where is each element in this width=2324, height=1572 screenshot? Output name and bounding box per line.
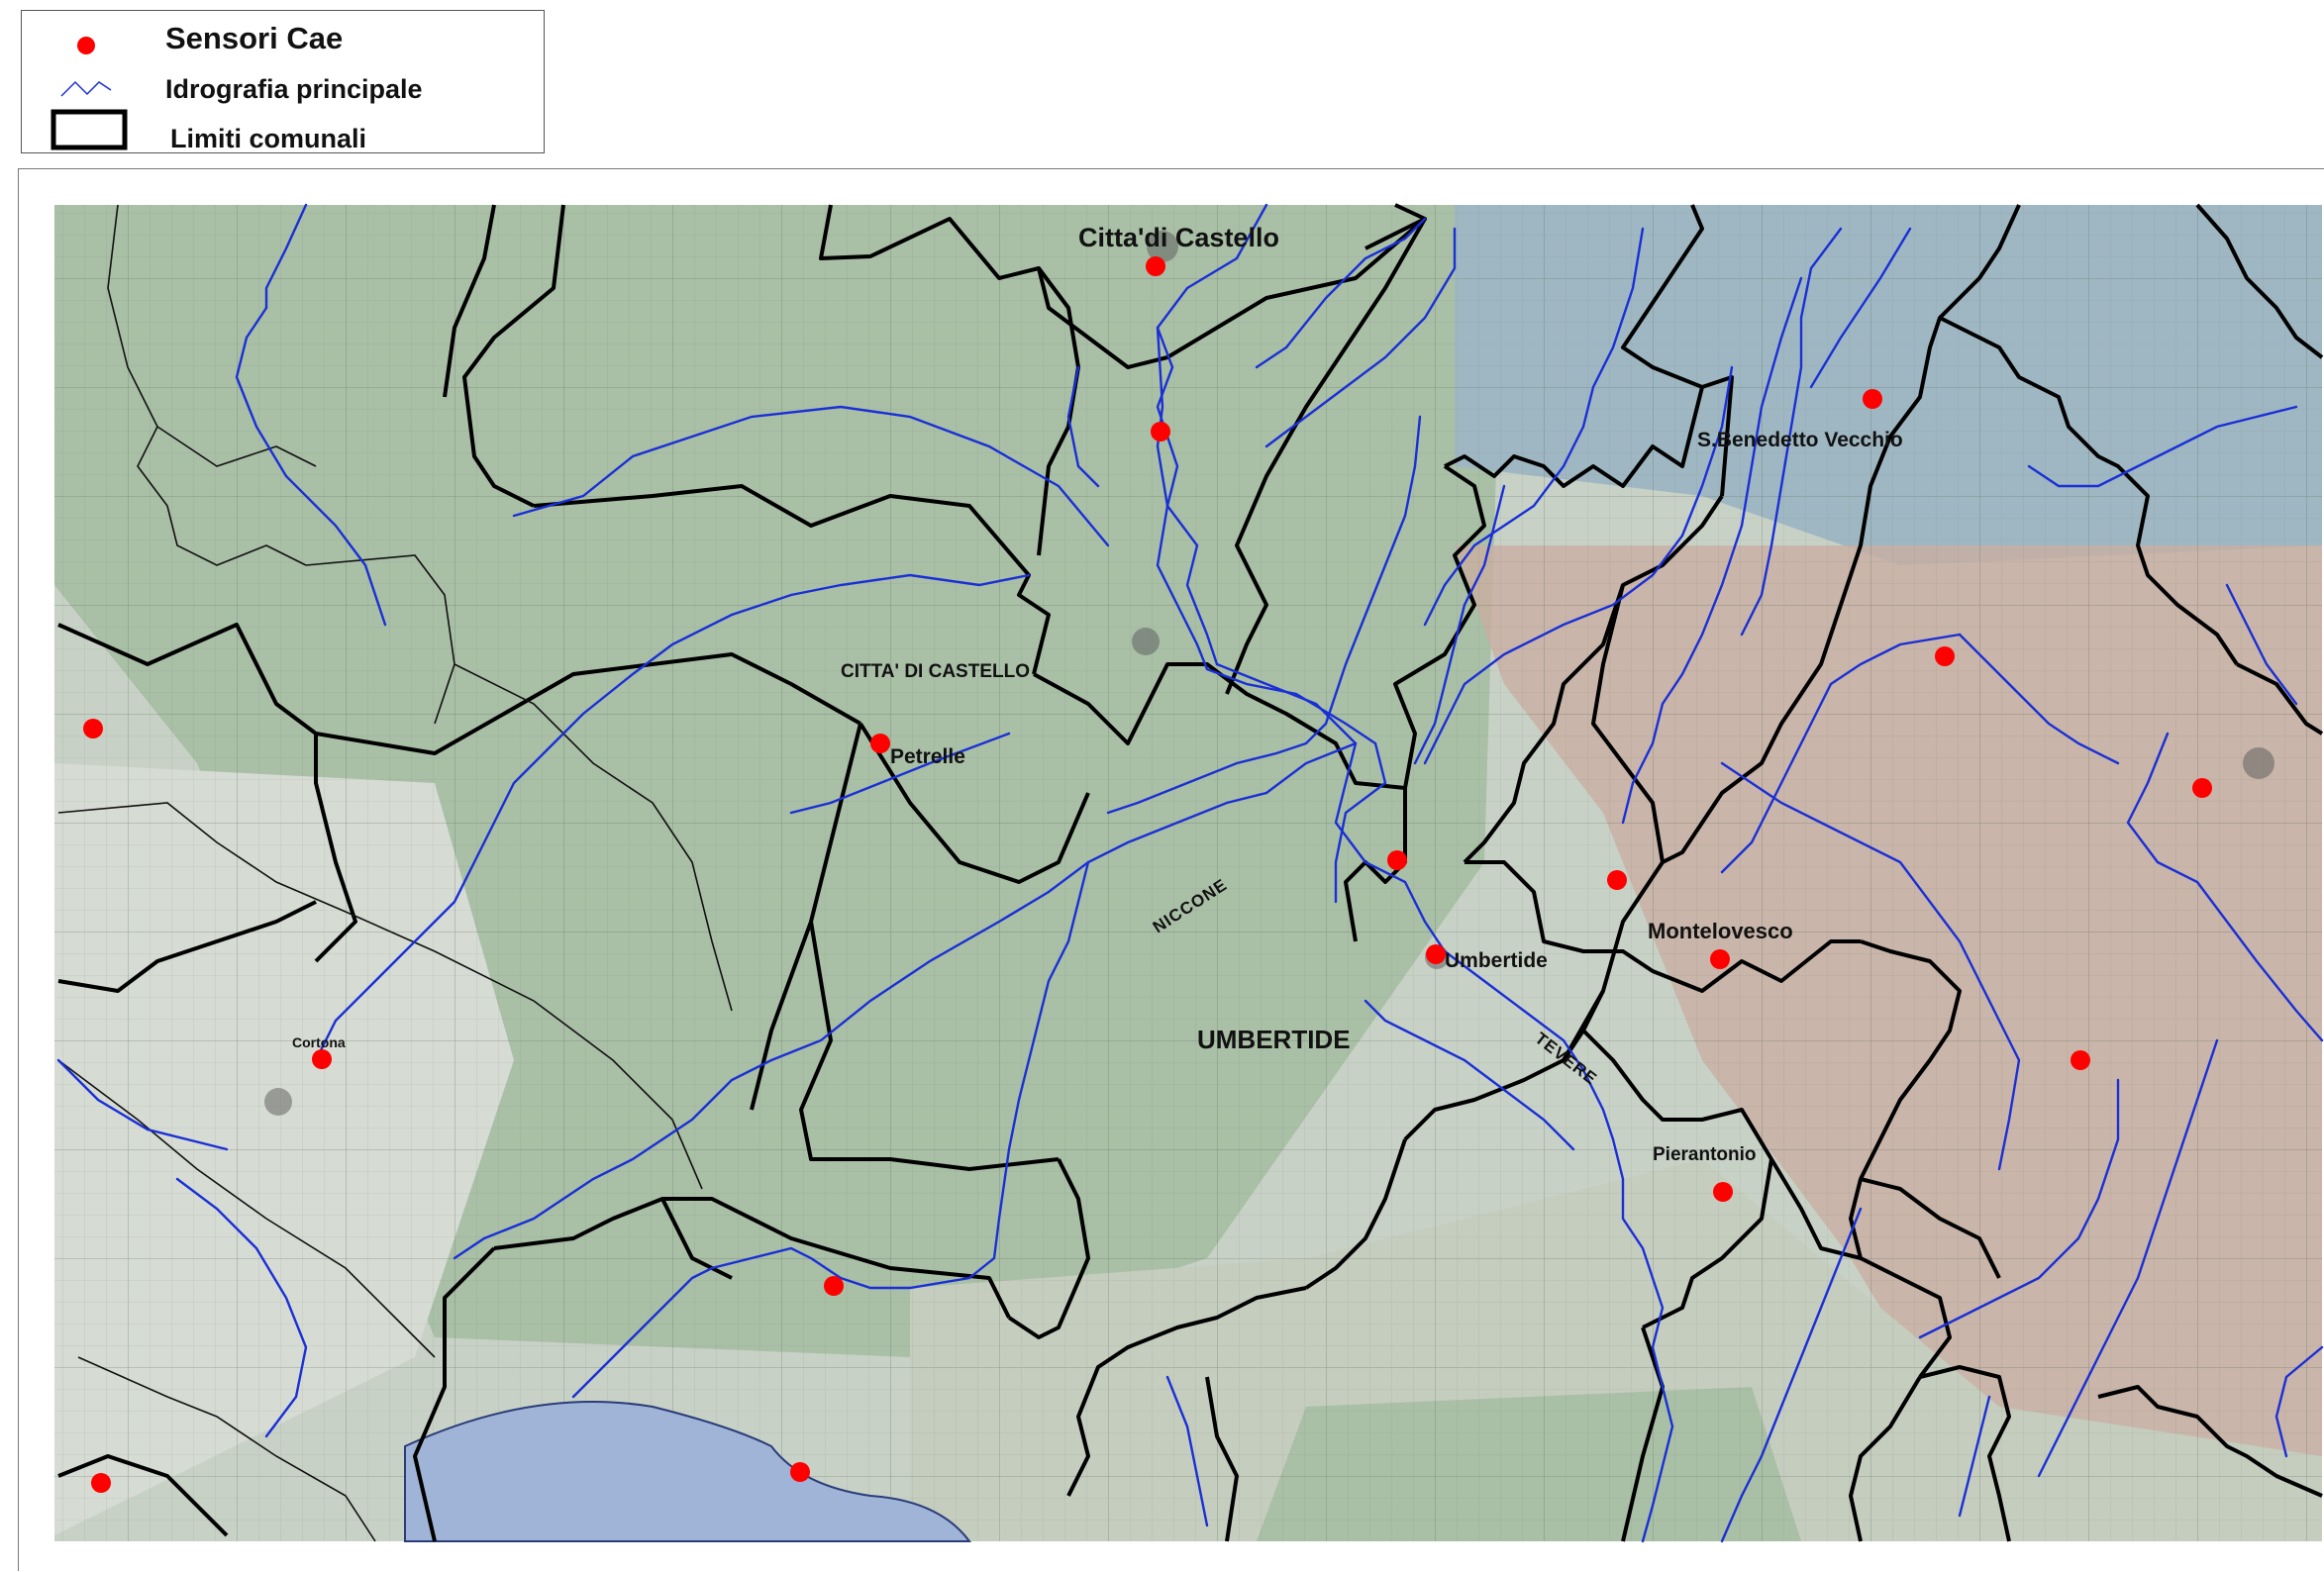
sensor-marker[interactable]: [1426, 944, 1446, 964]
sensor-marker[interactable]: [870, 734, 890, 753]
label-san-benedetto-vecchio: S.Benedetto Vecchio: [1697, 429, 1903, 451]
label-pierantonio: Pierantonio: [1653, 1144, 1757, 1165]
red-dot-icon: [77, 37, 95, 54]
sensor-marker[interactable]: [1863, 389, 1882, 409]
label-umbertide-comune: UMBERTIDE: [1197, 1025, 1351, 1054]
sensor-marker[interactable]: [1710, 949, 1730, 969]
legend-label-limiti: Limiti comunali: [170, 124, 367, 153]
river-line-icon: [60, 80, 112, 97]
label-citta-di-castello-town: Citta'di Castello: [1078, 223, 1279, 252]
sensor-marker[interactable]: [1146, 256, 1165, 276]
topographic-map[interactable]: Citta'di Castello CITTA' DI CASTELLO Pet…: [19, 169, 2324, 1572]
sensor-marker[interactable]: [1935, 646, 1955, 666]
label-cortona: Cortona: [292, 1034, 346, 1050]
legend-label-sensori: Sensori Cae: [165, 21, 344, 55]
map-frame: Citta'di Castello CITTA' DI CASTELLO Pet…: [18, 168, 2324, 1571]
sensor-marker[interactable]: [1607, 870, 1627, 890]
sensor-marker[interactable]: [1387, 850, 1407, 870]
sensor-marker[interactable]: [2192, 778, 2212, 798]
boundary-box-icon: [51, 109, 128, 150]
label-umbertide-town: Umbertide: [1445, 949, 1548, 972]
sensor-marker[interactable]: [790, 1462, 810, 1482]
sensor-marker[interactable]: [2071, 1050, 2090, 1070]
label-citta-di-castello-comune: CITTA' DI CASTELLO: [841, 661, 1030, 682]
sensor-marker[interactable]: [1151, 422, 1170, 442]
sensor-marker[interactable]: [91, 1473, 111, 1493]
sensor-marker[interactable]: [1713, 1182, 1733, 1202]
sensor-marker[interactable]: [824, 1276, 844, 1296]
sensor-marker[interactable]: [83, 719, 103, 738]
legend-label-idrografia: Idrografia principale: [165, 74, 423, 104]
label-montelovesco: Montelovesco: [1648, 919, 1793, 943]
sensor-marker[interactable]: [312, 1049, 332, 1069]
terrain-layer: [54, 205, 2322, 1542]
map-legend: Sensori Cae Idrografia principale Limiti…: [21, 10, 545, 153]
label-petrelle: Petrelle: [890, 745, 965, 768]
